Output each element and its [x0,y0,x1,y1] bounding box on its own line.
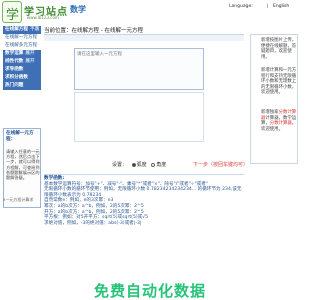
sidebar-item-label: 求积分函数 [5,75,28,80]
sidebar-item-solve-equation[interactable]: 在线解方程 不落 [3,26,41,34]
language-separator: | [267,4,269,9]
result-divider [44,169,244,175]
watermark-text: 免费自动化数据 [93,281,206,300]
sidebar-item-hot-questions[interactable]: 热门问题 [3,82,41,90]
announcement-text: 新增独家 [261,110,279,115]
sidebar-item-label: 热门问题 [5,83,24,88]
sidebar-item-label: 求导函数 [5,67,24,72]
sidebar-note: x—元方程计算求 [3,197,34,202]
equation-input[interactable] [75,49,203,89]
input-extension-area [74,92,204,142]
section-title: 数学 [70,5,86,14]
sidebar-item-label: 在线解多元方程 [5,43,38,48]
logo-glyph: 学 [6,8,20,23]
sidebar-item-math-ops[interactable]: 数学运算 展开 [3,50,41,58]
fraction-calculator-link-2[interactable]: 分数计算器 [270,121,292,126]
math-line: 无限循环小数的循环节使用：例如，无限循环小数 0.78234234234234.… [44,187,242,198]
sidebar-item-label: 在线解方程 [5,27,28,32]
settings-row: 设置： 弧度 角度 [112,161,166,168]
settings-label: 设置： [112,162,128,168]
announcement-upload: 新增按图片上传，便捷在线解题，答疑题目，欢迎使用。 [261,38,297,60]
math-line: 求绝对值，例如，-3的绝对值：abs(-3)或者|-3| [44,220,142,226]
sidebar-item-label: 线性代数 [5,59,24,64]
radian-label: 弧度 [136,162,147,168]
sidebar-item-sub: 不落 [29,27,40,32]
sidebar-item-integral[interactable]: 求积分函数 [3,74,41,82]
math-functions-panel: 数学函数: 基本数学运算符号：加号"+"、减号"-"、乘号"*"或者"×"、除号… [44,176,244,276]
radian-option[interactable]: 弧度 [131,162,147,168]
sidebar-item-linear-algebra[interactable]: 线性代数 展开 [3,58,41,66]
help-body: 请输入任意的一元方程，然后点击下一步，就可以得到方程解，可查阅到各题题解展示区的… [6,149,40,181]
sidebar-item-label: 数学运算 [5,51,24,56]
sidebar-item-derivative[interactable]: 求导函数 [3,66,41,74]
next-step-button[interactable]: 下一步（按回车键均可） [193,161,248,168]
angle-radio[interactable] [151,162,156,167]
announcement-fraction: 新增独家分数计算器计算器，数学运算，分数计算器，欢迎使用。 [261,110,297,132]
radian-radio[interactable] [131,162,136,167]
help-box: 在线解一元方程： 请输入任意的一元方程，然后点击下一步，就可以得到方程解，可查阅… [3,128,41,208]
site-logo[interactable]: 学 [2,1,22,23]
sidebar-item-label: 在线解一元方程 [5,35,38,40]
breadcrumb: 当前位置：在线解方程 - 在线解一元方程 [44,28,143,34]
help-title: 在线解一元方程： [6,131,34,142]
title-bar [44,34,244,41]
language-english-link[interactable]: English [273,4,289,9]
sidebar-item-single-equation[interactable]: 在线解一元方程 [3,34,41,42]
logo-url: www.lb123.com [27,15,59,20]
sidebar-item-sub: 展开 [25,59,35,64]
sidebar-item-sub: 展开 [25,51,35,56]
watermark-banner: 免费自动化数据 [0,280,300,300]
language-label: Language: [229,4,253,9]
page-header: 学 学习站点 www.lb123.com 数学 Language: | Engl… [0,0,300,24]
equation-input-box[interactable] [74,48,204,90]
angle-label: 角度 [156,162,167,168]
sidebar-item-multi-equation[interactable]: 在线解多元方程 [3,42,41,50]
announcement-decimal: 新增计算和一元方程行和支持无限循环小数和无理数上的无限循环小数，欢迎使用。 [261,68,297,95]
angle-option[interactable]: 角度 [151,162,166,168]
